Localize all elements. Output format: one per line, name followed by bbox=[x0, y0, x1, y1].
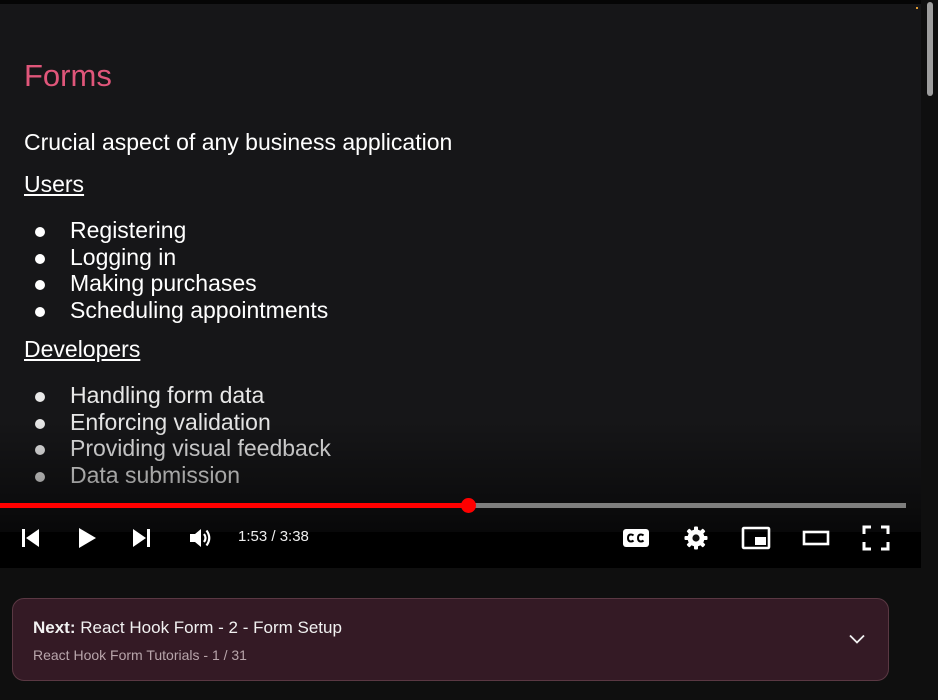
list-item-text: Enforcing validation bbox=[70, 408, 271, 435]
miniplayer-icon bbox=[741, 526, 771, 550]
play-icon bbox=[79, 528, 96, 548]
time-display: 1:53 / 3:38 bbox=[238, 528, 309, 545]
volume-icon bbox=[190, 529, 211, 547]
users-list: Registering Logging in Making purchases … bbox=[30, 217, 328, 324]
theater-mode-icon bbox=[802, 530, 830, 546]
mute-button[interactable] bbox=[184, 520, 218, 556]
bullet-icon bbox=[35, 253, 45, 264]
scrollbar-thumb[interactable] bbox=[927, 2, 933, 96]
next-icon bbox=[133, 529, 150, 547]
bullet-icon bbox=[35, 472, 45, 483]
list-item-text: Providing visual feedback bbox=[70, 435, 331, 462]
list-item-text: Logging in bbox=[70, 243, 177, 270]
status-dot bbox=[916, 7, 918, 9]
settings-button[interactable] bbox=[678, 520, 714, 556]
slide-subtitle: Crucial aspect of any business applicati… bbox=[24, 129, 453, 155]
progress-played bbox=[0, 503, 469, 508]
list-item-text: Data submission bbox=[70, 462, 241, 489]
bullet-icon bbox=[35, 445, 45, 456]
fullscreen-icon bbox=[862, 525, 890, 551]
previous-icon bbox=[22, 529, 39, 547]
playlist-info: React Hook Form Tutorials - 1 / 31 bbox=[33, 647, 247, 663]
list-item: Registering bbox=[30, 217, 328, 244]
next-label: Next: bbox=[33, 618, 76, 637]
list-item: Providing visual feedback bbox=[30, 435, 331, 462]
bullet-icon bbox=[35, 280, 45, 291]
expand-playlist-button[interactable] bbox=[847, 629, 867, 654]
captions-icon bbox=[623, 529, 649, 547]
bullet-icon bbox=[35, 227, 45, 237]
bullet-icon bbox=[35, 307, 45, 318]
next-button[interactable] bbox=[126, 520, 158, 556]
slide-developers-heading: Developers bbox=[24, 336, 141, 362]
bullet-icon bbox=[35, 418, 45, 429]
miniplayer-button[interactable] bbox=[738, 520, 774, 556]
settings-icon bbox=[684, 526, 708, 550]
list-item: Handling form data bbox=[30, 382, 331, 409]
play-button[interactable] bbox=[70, 520, 104, 556]
developers-list: Handling form data Enforcing validation … bbox=[30, 382, 331, 489]
list-item-text: Making purchases bbox=[70, 270, 257, 297]
video-player[interactable]: Forms Crucial aspect of any business app… bbox=[0, 0, 921, 568]
fullscreen-button[interactable] bbox=[858, 520, 894, 556]
progress-scrubber-handle[interactable] bbox=[461, 498, 476, 513]
playlist-next-card[interactable]: Next: React Hook Form - 2 - Form Setup R… bbox=[12, 598, 889, 681]
list-item: Data submission bbox=[30, 462, 331, 489]
bullet-icon bbox=[35, 392, 45, 402]
list-item: Logging in bbox=[30, 244, 328, 271]
list-item: Making purchases bbox=[30, 270, 328, 297]
list-item: Enforcing validation bbox=[30, 409, 331, 436]
progress-bar[interactable] bbox=[0, 503, 906, 508]
page: Forms Crucial aspect of any business app… bbox=[0, 0, 938, 700]
list-item-text: Scheduling appointments bbox=[70, 297, 329, 324]
next-video-line: Next: React Hook Form - 2 - Form Setup bbox=[33, 618, 342, 638]
slide-title: Forms bbox=[24, 58, 112, 93]
theater-mode-button[interactable] bbox=[798, 520, 834, 556]
captions-button[interactable] bbox=[618, 520, 654, 556]
next-video-title[interactable]: React Hook Form - 2 - Form Setup bbox=[80, 618, 342, 637]
chevron-down-icon bbox=[849, 634, 865, 644]
list-item-text: Handling form data bbox=[70, 382, 265, 408]
list-item-text: Registering bbox=[70, 217, 187, 243]
page-scrollbar[interactable] bbox=[921, 0, 938, 700]
slide-users-heading: Users bbox=[24, 171, 85, 197]
list-item: Scheduling appointments bbox=[30, 297, 328, 324]
previous-button[interactable] bbox=[14, 520, 46, 556]
